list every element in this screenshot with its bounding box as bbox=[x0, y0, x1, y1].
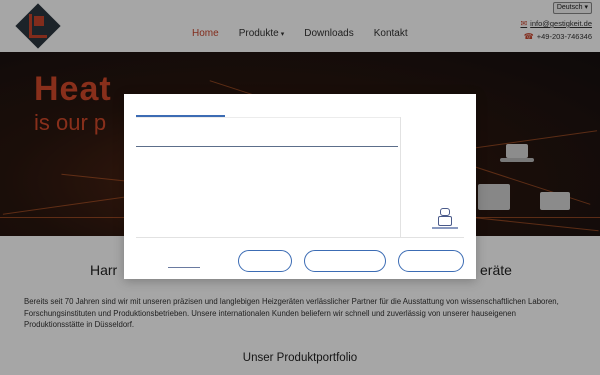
cookiebot-badge-icon[interactable] bbox=[432, 206, 458, 232]
active-tab-indicator[interactable] bbox=[136, 115, 225, 117]
customize-button[interactable] bbox=[304, 250, 386, 272]
deny-button[interactable] bbox=[238, 250, 292, 272]
robot-body-icon bbox=[438, 216, 452, 226]
robot-head-icon bbox=[440, 208, 450, 216]
tab-bar-divider bbox=[136, 117, 400, 118]
content-divider bbox=[136, 146, 398, 147]
consent-dialog bbox=[124, 94, 476, 279]
badge-label-bar bbox=[432, 227, 458, 229]
powered-by-link[interactable] bbox=[168, 267, 200, 268]
footer-divider bbox=[136, 237, 464, 238]
panel-divider bbox=[400, 117, 401, 237]
allow-all-button[interactable] bbox=[398, 250, 464, 272]
